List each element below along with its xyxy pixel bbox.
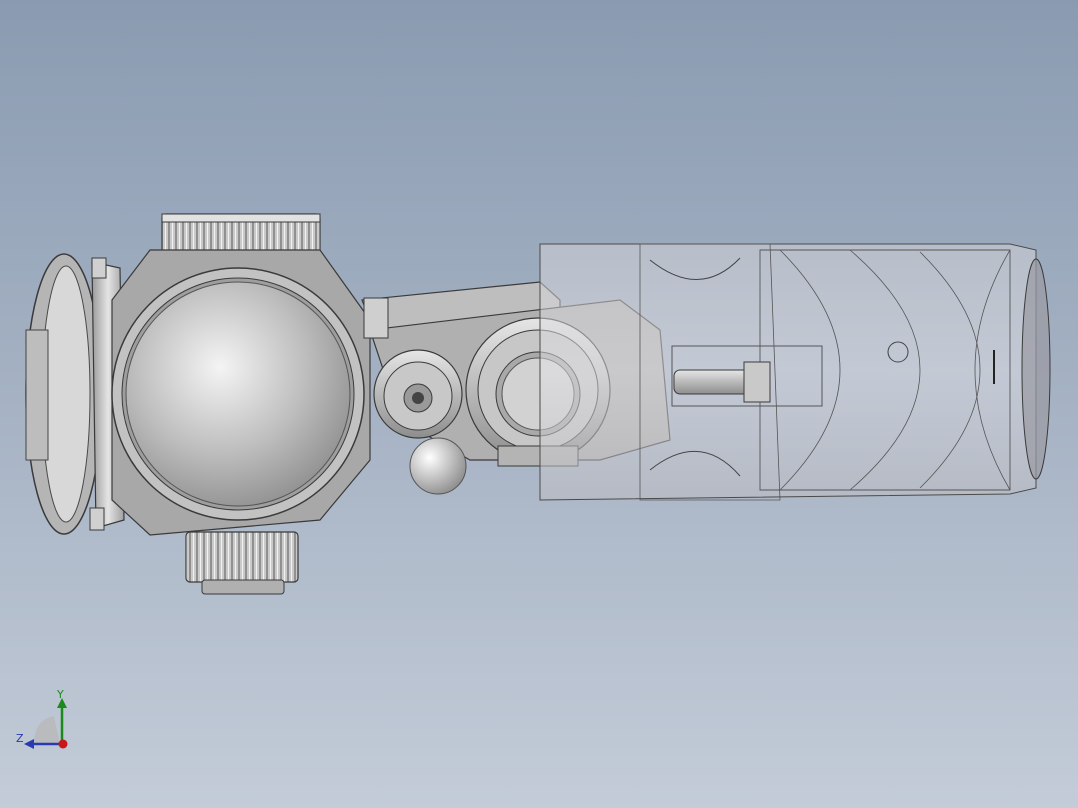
small-knob[interactable] [373,349,463,439]
bottom-turret[interactable] [185,531,299,595]
transparent-housing[interactable] [539,243,1051,501]
triad-plane-icon [34,716,60,744]
cad-viewport[interactable]: Y Z [0,0,1078,808]
left-lens-cap[interactable] [25,253,125,535]
scope-model[interactable] [0,0,1078,808]
triad-y-label: Y [57,688,64,701]
triad-z-label: Z [16,732,24,745]
x-axis-icon [58,739,68,749]
ball-handle[interactable] [409,437,467,495]
main-objective-housing[interactable] [111,249,371,536]
